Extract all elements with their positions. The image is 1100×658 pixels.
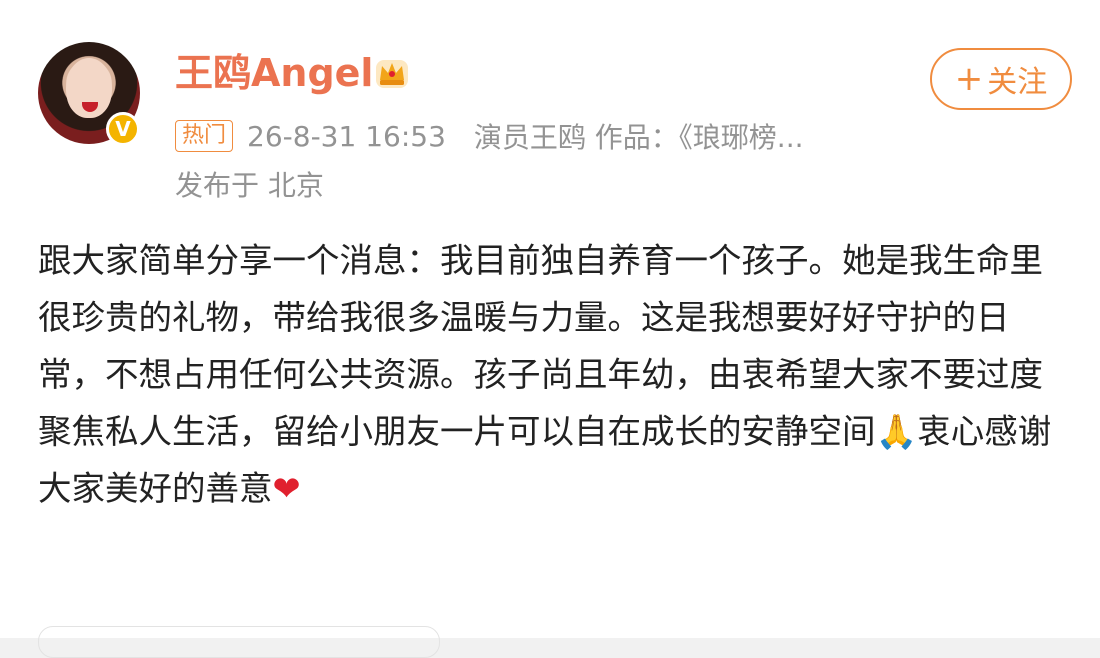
- verified-v-icon: V: [106, 112, 140, 146]
- username[interactable]: 王鸥Angel: [175, 48, 373, 98]
- plus-icon: +: [954, 59, 984, 99]
- bottom-action-bar[interactable]: [38, 626, 440, 658]
- weibo-post-card: V 王鸥Angel + 关注 热门 26-8-31 16:53 演员王鸥 作品：…: [0, 0, 1100, 658]
- post-location: 发布于 北京: [175, 169, 324, 202]
- post-timestamp: 26-8-31 16:53: [247, 119, 446, 153]
- hot-badge: 热门: [175, 120, 234, 152]
- post-content: 跟大家简单分享一个消息：我目前独自养育一个孩子。她是我生命里很珍贵的礼物，带给我…: [38, 232, 1068, 517]
- pray-emoji-icon: 🙏: [875, 412, 918, 451]
- user-description: 演员王鸥 作品：《琅琊榜...: [473, 121, 804, 154]
- follow-button[interactable]: + 关注: [930, 48, 1072, 110]
- follow-label: 关注: [987, 65, 1048, 100]
- post-meta: 热门 26-8-31 16:53 演员王鸥 作品：《琅琊榜...: [175, 116, 804, 156]
- heart-emoji-icon: ❤: [272, 469, 301, 508]
- crown-icon: [376, 60, 408, 88]
